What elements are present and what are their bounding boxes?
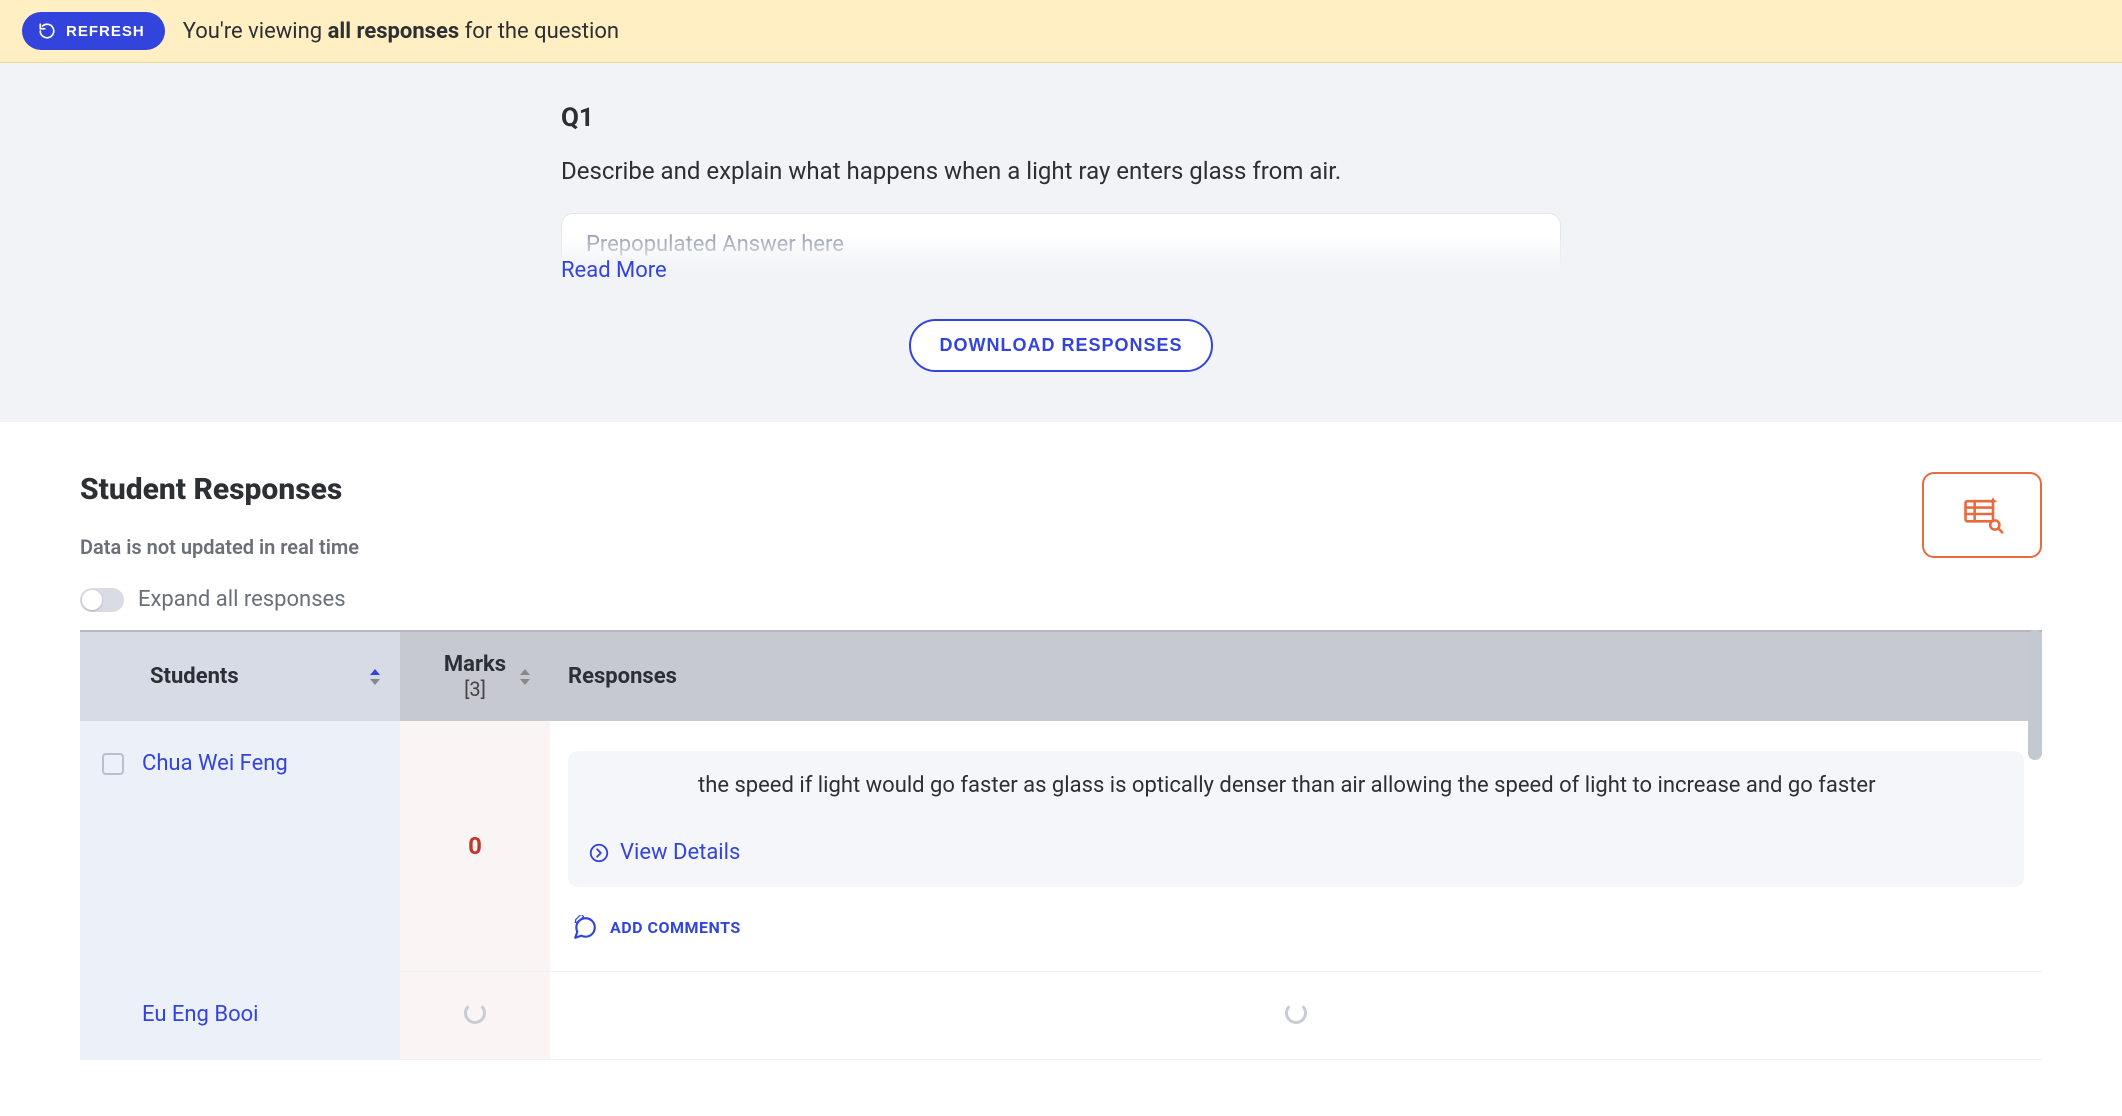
banner-text-pre: You're viewing — [183, 19, 328, 44]
refresh-label: REFRESH — [66, 23, 145, 40]
ai-analysis-button[interactable] — [1922, 472, 2042, 558]
col-header-students[interactable]: Students — [80, 631, 400, 721]
expand-all-label: Expand all responses — [138, 587, 346, 612]
sort-icon — [520, 669, 532, 685]
question-panel: Q1 Describe and explain what happens whe… — [0, 63, 2122, 422]
cell-response: the speed if light would go faster as gl… — [550, 721, 2042, 971]
loading-icon — [464, 1002, 486, 1024]
loading-icon — [1285, 1002, 1307, 1024]
col-header-marks-label: Marks — [444, 652, 506, 677]
chevron-circle-icon — [588, 842, 610, 864]
cell-marks — [400, 971, 550, 1059]
read-more-link[interactable]: Read More — [561, 258, 667, 283]
banner-text: You're viewing all responses for the que… — [183, 19, 619, 44]
sort-icon — [370, 669, 382, 685]
cell-marks: 0 — [400, 721, 550, 971]
question-number: Q1 — [561, 103, 1561, 133]
col-header-students-label: Students — [150, 664, 239, 689]
refresh-icon — [38, 22, 56, 40]
col-header-marks-total: [3] — [418, 677, 532, 701]
table-row: Chua Wei Feng 0 the speed if light would… — [80, 721, 2042, 971]
refresh-button[interactable]: REFRESH — [22, 12, 165, 50]
banner-text-post: for the question — [459, 19, 619, 44]
ai-analysis-icon — [1960, 492, 2004, 539]
col-header-marks[interactable]: Marks [3] — [400, 631, 550, 721]
student-link[interactable]: Chua Wei Feng — [142, 751, 288, 776]
mark-value: 0 — [468, 832, 482, 860]
banner-text-strong: all responses — [328, 19, 460, 44]
view-details-link[interactable]: View Details — [588, 828, 1996, 869]
view-details-label: View Details — [620, 838, 740, 869]
col-header-responses-label: Responses — [568, 664, 677, 689]
notice-banner: REFRESH You're viewing all responses for… — [0, 0, 2122, 63]
table-row: Eu Eng Booi — [80, 971, 2042, 1059]
answer-placeholder: Prepopulated Answer here — [586, 232, 1536, 257]
comment-icon — [572, 915, 598, 941]
cell-student: Chua Wei Feng — [80, 721, 400, 971]
student-checkbox[interactable] — [102, 753, 124, 775]
add-comments-label: ADD COMMENTS — [610, 918, 741, 937]
student-responses-section: Student Responses Data is not updated in… — [0, 422, 2122, 1100]
add-comments-button[interactable]: ADD COMMENTS — [568, 893, 2024, 941]
student-link[interactable]: Eu Eng Booi — [142, 1002, 259, 1027]
scrollbar[interactable] — [2028, 630, 2042, 760]
expand-all-toggle[interactable] — [80, 588, 124, 612]
response-card: the speed if light would go faster as gl… — [568, 751, 2024, 887]
section-title: Student Responses — [80, 472, 359, 507]
responses-table-wrap: Students Marks [3] Responses — [80, 630, 2042, 1060]
cell-student: Eu Eng Booi — [80, 971, 400, 1059]
cell-response — [550, 971, 2042, 1059]
question-text: Describe and explain what happens when a… — [561, 157, 1561, 185]
response-text: the speed if light would go faster as gl… — [698, 773, 1876, 798]
responses-table: Students Marks [3] Responses — [80, 630, 2042, 1060]
download-responses-button[interactable]: DOWNLOAD RESPONSES — [909, 319, 1212, 372]
col-header-responses: Responses — [550, 631, 2042, 721]
realtime-note: Data is not updated in real time — [80, 535, 359, 559]
